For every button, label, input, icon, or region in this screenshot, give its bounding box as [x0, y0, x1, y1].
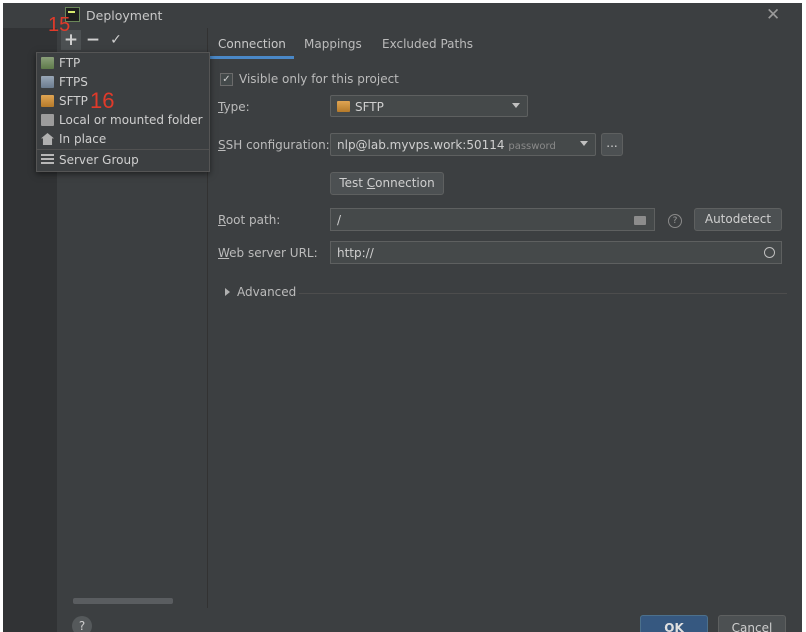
tab-excluded-paths[interactable]: Excluded Paths	[382, 37, 473, 51]
root-path-label: Root path:	[218, 213, 281, 227]
annotation-step-15: 15	[48, 14, 71, 36]
menu-item-local-folder[interactable]: Local or mounted folder	[37, 111, 209, 130]
title-bar: Deployment ✕	[3, 3, 802, 28]
horizontal-scrollbar[interactable]	[73, 598, 173, 604]
server-list-toolbar: + − ✓	[57, 28, 207, 54]
ok-button[interactable]: OK	[640, 615, 708, 632]
advanced-divider	[299, 293, 787, 294]
chevron-down-icon	[580, 141, 588, 146]
web-server-url-field[interactable]: http://	[330, 241, 782, 264]
ftps-server-icon	[41, 76, 54, 88]
server-group-icon	[41, 154, 54, 166]
window-title: Deployment	[86, 8, 163, 23]
menu-item-ftp[interactable]: FTP	[37, 54, 209, 73]
menu-separator	[37, 149, 209, 150]
menu-item-in-place[interactable]: In place	[37, 130, 209, 149]
root-path-value: /	[337, 213, 342, 227]
sftp-server-icon	[41, 95, 54, 107]
add-server-popup-menu: FTP FTPS SFTP Local or mounted folder In…	[36, 52, 210, 172]
active-tab-indicator	[208, 56, 294, 59]
test-connection-button[interactable]: Test Connection	[330, 172, 444, 195]
menu-item-ftps[interactable]: FTPS	[37, 73, 209, 92]
tab-connection[interactable]: Connection	[218, 37, 286, 51]
ssh-config-more-button[interactable]: ...	[601, 133, 623, 156]
tab-bar: Connection Mappings Excluded Paths	[208, 28, 802, 60]
visible-only-checkbox[interactable]: ✓	[220, 73, 233, 86]
menu-item-server-group[interactable]: Server Group	[37, 151, 209, 170]
ftp-server-icon	[41, 57, 54, 69]
sftp-server-icon	[337, 101, 350, 112]
cancel-button[interactable]: Cancel	[718, 615, 786, 632]
type-label: Type:	[218, 100, 250, 114]
ssh-configuration-select[interactable]: nlp@lab.myvps.work:50114 password	[330, 133, 596, 156]
folder-icon	[41, 114, 54, 126]
annotation-step-16: 16	[90, 88, 115, 113]
set-default-button[interactable]: ✓	[106, 30, 126, 50]
globe-icon[interactable]	[764, 247, 775, 258]
tab-mappings[interactable]: Mappings	[304, 37, 362, 51]
browse-folder-icon[interactable]	[634, 216, 646, 225]
advanced-label: Advanced	[237, 285, 297, 299]
ssh-configuration-value: nlp@lab.myvps.work:50114 password	[337, 138, 556, 152]
ssh-configuration-label: SSH configuration:	[218, 138, 330, 152]
root-path-field[interactable]: /	[330, 208, 655, 231]
remove-server-button[interactable]: −	[83, 30, 103, 50]
home-icon	[41, 133, 54, 145]
advanced-section-toggle[interactable]: Advanced	[225, 284, 787, 302]
type-select[interactable]: SFTP	[330, 95, 528, 117]
chevron-right-icon	[225, 288, 230, 296]
type-value: SFTP	[355, 100, 384, 114]
web-server-url-value: http://	[337, 246, 374, 260]
menu-item-sftp[interactable]: SFTP	[37, 92, 209, 111]
close-icon[interactable]: ✕	[766, 5, 780, 25]
web-server-url-label: Web server URL:	[218, 246, 318, 260]
autodetect-button[interactable]: Autodetect	[694, 208, 782, 231]
help-icon[interactable]: ?	[668, 214, 682, 228]
chevron-down-icon	[512, 103, 520, 108]
help-button[interactable]: ?	[72, 616, 92, 632]
visible-only-label: Visible only for this project	[239, 72, 399, 86]
